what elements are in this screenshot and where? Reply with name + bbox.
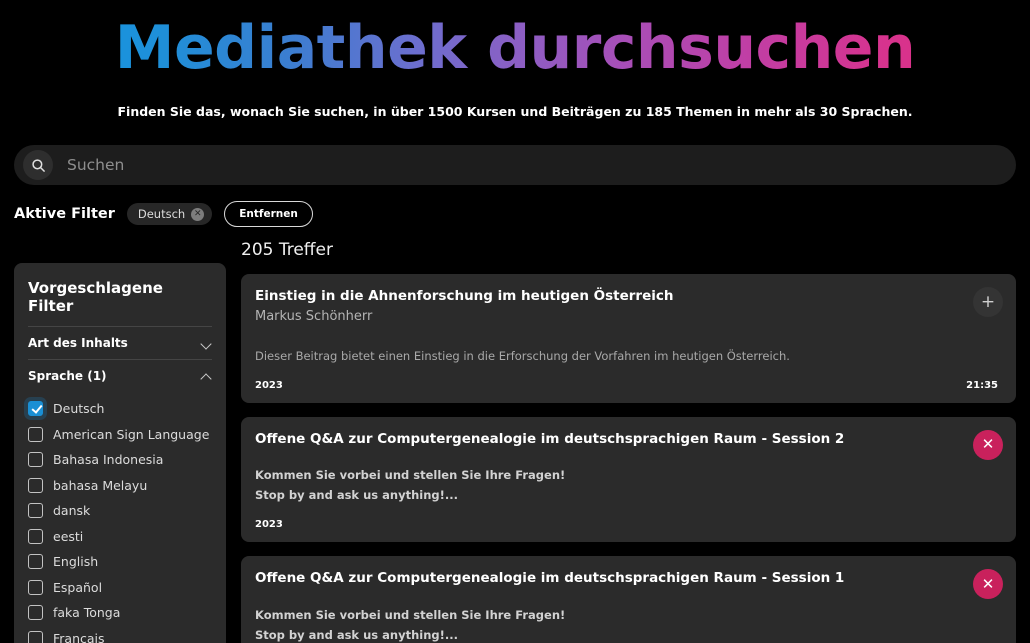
checkbox-icon[interactable] [28,528,43,544]
checkbox-icon[interactable] [28,426,43,442]
checkbox-icon[interactable] [28,630,43,643]
checkbox-icon[interactable] [28,452,43,468]
language-option[interactable]: English [28,549,212,575]
remove-all-filters-button[interactable]: Entfernen [224,201,313,227]
sidebar-section-label: Art des Inhalts [28,336,128,350]
result-card[interactable]: Offene Q&A zur Computergenealogie im deu… [241,556,1016,643]
sidebar-section-art-des-inhalts[interactable]: Art des Inhalts [28,327,212,359]
language-option-list: Deutsch American Sign Language Bahasa Indo… [28,392,212,643]
language-option[interactable]: Deutsch [28,396,212,422]
filter-chip-label: Deutsch [137,207,186,221]
result-card[interactable]: Offene Q&A zur Computergenealogie im deu… [241,416,1016,543]
close-icon[interactable]: ✕ [973,429,1003,460]
checkbox-icon[interactable] [28,579,43,595]
results-panel: 205 Treffer Einstieg in die Ahnenforschu… [241,240,1016,643]
active-filters-bar: Aktive Filter Deutsch ✕ Entfernen [14,201,1016,227]
language-option[interactable]: eesti [28,524,212,550]
language-option-label: American Sign Language [53,426,210,442]
language-option-label: English [53,554,99,570]
language-option-label: Español [53,579,103,595]
sidebar-section-sprache[interactable]: Sprache (1) [28,360,212,392]
search-input[interactable] [53,156,1010,174]
suggested-filters-sidebar: Vorgeschlagene Filter Art des Inhalts Sp… [14,263,226,643]
result-card-title: Offene Q&A zur Computergenealogie im deu… [255,430,845,447]
language-option[interactable]: faka Tonga [28,600,212,626]
result-card-description: Kommen Sie vorbei und stellen Sie Ihre F… [255,607,566,622]
result-card-description: Kommen Sie vorbei und stellen Sie Ihre F… [255,468,566,483]
result-card-description: Dieser Beitrag bietet einen Einstieg in … [255,348,790,363]
result-card-meta: 2023 21:35 [255,380,998,391]
results-card-list: Einstieg in die Ahnenforschung im heutig… [241,274,1016,643]
checkbox-icon[interactable] [28,554,43,570]
result-card-description: Stop by and ask us anything!... [255,488,458,503]
result-card-title: Einstieg in die Ahnenforschung im heutig… [255,288,674,304]
sidebar-section-label: Sprache (1) [28,369,107,383]
checkbox-icon[interactable] [28,605,43,621]
language-option-label: Français [53,630,105,643]
result-card-duration: 21:35 [966,379,998,391]
language-option-label: Bahasa Indonesia [53,452,164,468]
result-card-description: Stop by and ask us anything!... [255,627,458,642]
language-option-label: Deutsch [53,401,105,417]
checkbox-icon[interactable] [28,503,43,519]
checkbox-icon[interactable] [28,477,43,493]
result-card-year: 2023 [255,519,283,531]
chevron-down-icon[interactable] [201,338,212,349]
close-icon[interactable]: ✕ [973,569,1003,600]
page-title: Mediathek durchsuchen [0,0,1030,78]
result-card-title: Offene Q&A zur Computergenealogie im deu… [255,570,845,587]
search-bar[interactable] [14,145,1016,185]
page-subtitle: Finden Sie das, wonach Sie suchen, in üb… [117,104,913,119]
circle-x-icon[interactable]: ✕ [191,207,205,221]
language-option[interactable]: American Sign Language [28,422,212,448]
language-option[interactable]: Bahasa Indonesia [28,447,212,473]
language-option-label: dansk [53,503,91,519]
results-count: 205 Treffer [241,240,333,260]
language-option[interactable]: bahasa Melayu [28,473,212,499]
sidebar-title: Vorgeschlagene Filter [28,279,163,315]
result-card[interactable]: Einstieg in die Ahnenforschung im heutig… [241,274,1016,403]
language-option[interactable]: Français [28,626,212,643]
language-option-label: bahasa Melayu [53,477,148,493]
result-card-meta: 2023 [255,519,998,530]
result-card-author: Markus Schönherr [255,308,373,324]
language-option-label: eesti [53,528,84,544]
filter-chip-deutsch[interactable]: Deutsch ✕ [126,203,213,225]
active-filters-label: Aktive Filter [14,206,115,222]
language-option[interactable]: Español [28,575,212,601]
language-option-label: faka Tonga [53,605,121,621]
language-option[interactable]: dansk [28,498,212,524]
plus-icon[interactable]: + [973,287,1003,317]
search-icon[interactable] [23,150,53,180]
result-card-year: 2023 [255,379,283,391]
main-content: Vorgeschlagene Filter Art des Inhalts Sp… [0,240,1030,643]
checkbox-checked-icon[interactable] [28,401,43,417]
chevron-up-icon[interactable] [201,371,212,382]
